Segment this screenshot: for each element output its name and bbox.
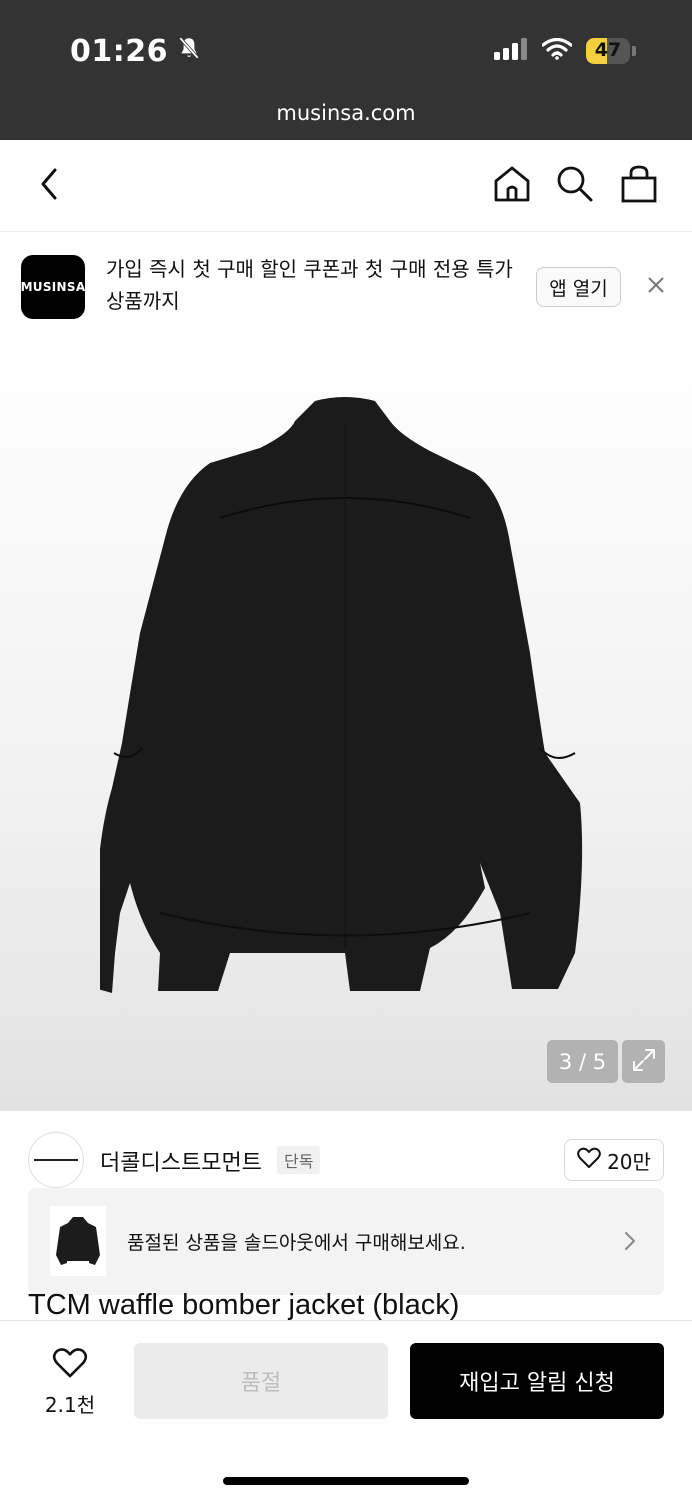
jacket-back-image (100, 397, 583, 993)
musinsa-app-logo: MUSINSA (21, 255, 85, 319)
battery-tip (632, 46, 636, 56)
status-icons: 47 (494, 37, 636, 64)
brand-logo[interactable] (28, 1132, 84, 1188)
time-text: 01:26 (70, 34, 168, 69)
bell-slash-icon (176, 34, 202, 69)
soldout-button: 품절 (134, 1343, 388, 1419)
expand-image-button[interactable] (622, 1040, 665, 1083)
search-button[interactable] (551, 162, 599, 210)
product-title: TCM waffle bomber jacket (black) (28, 1289, 460, 1321)
battery-percent: 47 (594, 39, 622, 61)
search-icon (555, 164, 595, 208)
brand-like-count: 20만 (607, 1149, 651, 1174)
expand-icon (631, 1047, 657, 1077)
home-icon (492, 164, 532, 208)
brand-row: 더콜디스트모먼트 단독 20만 (0, 1111, 692, 1191)
home-button[interactable] (488, 162, 536, 210)
soldout-product-thumbnail (50, 1206, 106, 1276)
shopping-bag-icon (620, 164, 658, 208)
cart-button[interactable] (615, 162, 663, 210)
wishlist-button[interactable]: 2.1천 (36, 1347, 104, 1418)
close-icon (646, 275, 666, 299)
bottom-action-bar: 2.1천 품절 재입고 알림 신청 (0, 1320, 692, 1500)
top-nav (0, 140, 692, 232)
heart-icon (52, 1348, 88, 1383)
wishlist-count: 2.1천 (44, 1393, 96, 1417)
open-app-button[interactable]: 앱 열기 (536, 267, 621, 307)
battery-icon: 47 (586, 38, 636, 64)
brand-like-button[interactable]: 20만 (564, 1139, 664, 1181)
banner-message: 가입 즉시 첫 구매 할인 쿠폰과 첫 구매 전용 특가 상품까지 (106, 257, 513, 313)
app-download-banner: MUSINSA 가입 즉시 첫 구매 할인 쿠폰과 첫 구매 전용 특가 상품까… (0, 233, 692, 333)
signal-icon (494, 38, 528, 64)
battery-body: 47 (586, 38, 630, 64)
brand-name-link[interactable]: 더콜디스트모먼트 (100, 1145, 262, 1177)
home-indicator (223, 1477, 469, 1485)
wifi-icon (541, 37, 573, 64)
image-counter: 3 / 5 (547, 1040, 618, 1083)
back-icon (37, 167, 63, 205)
heart-icon (577, 1147, 601, 1174)
back-button[interactable] (26, 162, 74, 210)
soldout-banner-text: 품절된 상품을 솔드아웃에서 구매해보세요. (127, 1232, 466, 1254)
product-image-gallery[interactable]: 3 / 5 (0, 333, 692, 1111)
address-bar-url[interactable]: musinsa.com (0, 101, 692, 125)
status-time: 01:26 (70, 34, 202, 69)
chevron-right-icon (618, 1228, 642, 1254)
status-bar: 01:26 47 musinsa.com (0, 0, 692, 140)
restock-alert-button[interactable]: 재입고 알림 신청 (410, 1343, 664, 1419)
soldout-marketplace-banner[interactable]: 품절된 상품을 솔드아웃에서 구매해보세요. (28, 1188, 664, 1295)
exclusive-badge: 단독 (277, 1146, 321, 1174)
close-banner-button[interactable] (642, 273, 670, 301)
